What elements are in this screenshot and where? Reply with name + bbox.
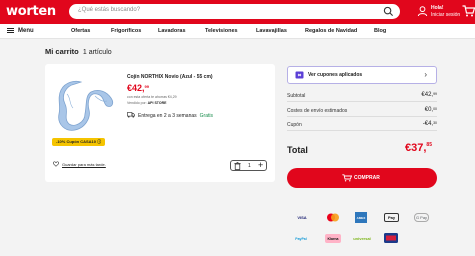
shipping-row: Costes de envío estimados €0,00 (287, 105, 437, 117)
total-value-cents: 85 (426, 142, 432, 148)
universal-icon: universal (353, 236, 371, 241)
nav-item-regalos[interactable]: Regalos de Navidad (305, 28, 357, 34)
total-value-main: €37, (405, 142, 427, 154)
mastercard-icon (325, 213, 341, 222)
subtotal-row: Subtotal €42,99 (287, 90, 437, 102)
nav-item-blog[interactable]: Blog (374, 28, 386, 34)
seller-info: Vendido por: API STORE (127, 101, 166, 105)
offer-note: con esta oferta te ahorras €4,29 (127, 95, 177, 99)
coupon-label: Cupón (287, 122, 302, 128)
delivery-info: Entrega en 2 a 3 semanas Gratis (127, 112, 213, 119)
total-label: Total (287, 145, 308, 155)
hamburger-icon (7, 28, 14, 33)
coupon-row: Cupón -€4,30 (287, 119, 437, 131)
nav-item-lavadoras[interactable]: Lavadoras (158, 28, 186, 34)
shipping-value-cents: 00 (433, 107, 437, 111)
coupon-value-main: -€4, (422, 121, 434, 127)
total-value: €37,85 (405, 142, 432, 154)
delivery-free: Gratis (199, 113, 213, 119)
seller-name[interactable]: API STORE (148, 101, 167, 105)
view-coupons-button[interactable]: Ver cupones aplicados › (287, 66, 437, 84)
shipping-value: €0,00 (425, 107, 437, 113)
subtotal-label: Subtotal (287, 93, 306, 99)
search-input[interactable]: ¿Qué estás buscando? (78, 7, 140, 13)
nav-item-televisiones[interactable]: Televisiones (205, 28, 238, 34)
login-link[interactable]: Iniciar sesión (431, 12, 460, 18)
nav-item-frigorificos[interactable]: Frigoríficos (111, 28, 141, 34)
chevron-right-icon: › (424, 70, 427, 79)
coupon-badge-label: -10% Cupón CASA10 (56, 139, 97, 144)
quantity-stepper: 1 + (230, 160, 267, 171)
shipping-value-main: €0, (424, 107, 434, 113)
nav-item-ofertas[interactable]: Ofertas (71, 28, 90, 34)
coupon-value: -€4,30 (423, 121, 437, 127)
cart-icon[interactable] (462, 4, 475, 18)
page-title: Mi carrito 1 artículo (45, 47, 112, 56)
heart-icon (53, 161, 59, 167)
cart-icon (342, 174, 352, 182)
seller-label: Vendido por: (127, 101, 147, 105)
menu-label: Menu (18, 28, 34, 34)
nav-item-lavavajillas[interactable]: Lavavajillas (256, 28, 287, 34)
klarna-icon: Klarna (325, 234, 341, 243)
menu-button[interactable]: Menu (7, 28, 34, 34)
search-bar[interactable]: ¿Qué estás buscando? (69, 4, 400, 19)
cart-item-card: Cojín NORTHIX Novio (Azul - 55 cm) €42,9… (45, 64, 275, 182)
buy-button-label: COMPRAR (354, 175, 380, 181)
main-nav: Menu Ofertas Frigoríficos Lavadoras Tele… (0, 24, 475, 39)
info-icon[interactable]: ⓘ (97, 139, 101, 144)
subtotal-value: €42,99 (421, 92, 437, 98)
save-for-later-label: Guardar para más tarde. (62, 162, 106, 167)
cart-item-count: 1 artículo (82, 49, 112, 56)
product-title[interactable]: Cojín NORTHIX Novio (Azul - 55 cm) (127, 74, 213, 80)
worten-logo[interactable]: worten (6, 4, 56, 19)
shipping-label: Costes de envío estimados (287, 108, 348, 114)
cart-title: Mi carrito (45, 47, 79, 56)
product-price-main: €42, (127, 83, 145, 93)
product-image[interactable] (55, 74, 120, 136)
apple-pay-icon: Pay (384, 213, 399, 222)
top-header: worten ¿Qué estás buscando? Hola! Inicia… (0, 0, 475, 24)
subtotal-value-cents: 99 (433, 92, 437, 96)
user-icon (417, 6, 428, 17)
coupon-value-cents: 30 (433, 121, 437, 125)
paypal-icon: PayPal (295, 236, 307, 241)
user-login-button[interactable]: Hola! Iniciar sesión (417, 4, 460, 20)
truck-icon (127, 112, 135, 118)
search-icon[interactable] (383, 6, 394, 17)
product-price-cents: 99 (144, 84, 149, 89)
visa-icon: VISA (297, 215, 307, 220)
amex-icon: AMEX (355, 212, 367, 223)
user-greeting: Hola! (431, 5, 444, 11)
plus-icon[interactable]: + (258, 160, 263, 171)
coupon-badge: -10% Cupón CASA10 ⓘ (52, 138, 106, 146)
view-coupons-label: Ver cupones aplicados (308, 72, 363, 78)
delivery-time: Entrega en 2 a 3 semanas (138, 113, 197, 119)
buy-button[interactable]: COMPRAR (287, 168, 437, 188)
subtotal-value-main: €42, (421, 92, 434, 98)
trash-icon[interactable] (234, 162, 241, 170)
multibanco-icon (384, 233, 398, 243)
ticket-icon (295, 71, 304, 79)
save-for-later-link[interactable]: Guardar para más tarde. (53, 161, 106, 167)
google-pay-icon: G Pay (414, 213, 429, 222)
product-price: €42,99 (127, 83, 149, 93)
quantity-value[interactable]: 1 (248, 163, 251, 169)
